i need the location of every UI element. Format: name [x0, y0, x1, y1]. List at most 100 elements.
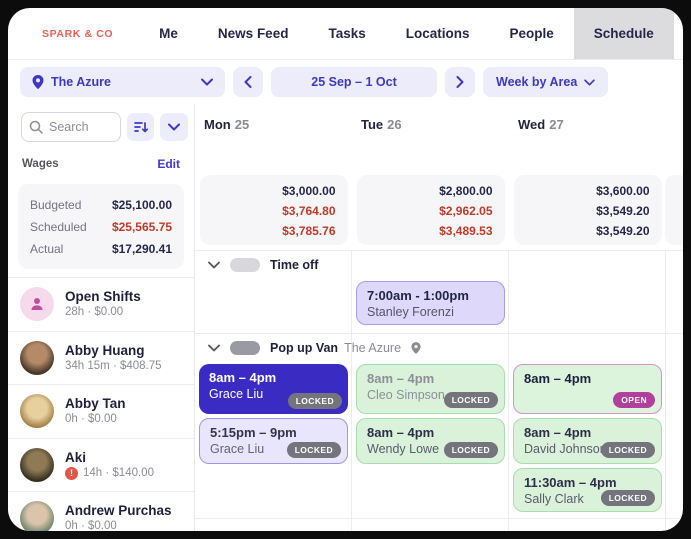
brand-logo: SPARK & CO	[42, 27, 114, 40]
shift-card[interactable]: 8am – 4pm David Johnson LOCKED	[513, 418, 662, 464]
sidebar: Wages Edit Budgeted $25,100.00 Scheduled…	[8, 104, 195, 531]
wage-card-thu-clipped	[665, 175, 683, 245]
roster-row-andrew-purchas[interactable]: Andrew Purchas 0h · $0.00	[8, 491, 194, 531]
locked-badge: LOCKED	[286, 442, 341, 458]
shift-card[interactable]: 8am – 4pm Cleo Simpson LOCKED	[356, 364, 505, 414]
roster-meta: 28h · $0.00	[65, 306, 124, 319]
staff-roster: Open Shifts 28h · $0.00 Abby Huang 34h 1…	[8, 277, 194, 531]
shifts-col-mon: 8am – 4pm Grace Liu LOCKED 5:15pm – 9pm …	[195, 362, 352, 514]
map-pin-icon	[32, 75, 44, 89]
column-divider	[351, 251, 352, 531]
wages-summary-card: Budgeted $25,100.00 Scheduled $25,565.75…	[18, 184, 184, 269]
tab-news-feed[interactable]: News Feed	[198, 8, 309, 59]
open-shift-card[interactable]: 8am – 4pm OPEN	[513, 364, 662, 414]
avatar	[20, 340, 54, 375]
section-popup-van: Pop up Van The Azure 8am – 4pm Grace Liu…	[195, 333, 683, 519]
section-title: Time off	[270, 258, 319, 272]
chevron-down-icon	[201, 78, 213, 86]
roster-row-abby-tan[interactable]: Abby Tan 0h · $0.00	[8, 384, 194, 438]
schedule-grid: Mon 25 Tue 26 Wed 27 $3,000.00 $3,764.80 $3…	[195, 104, 683, 531]
location-selector[interactable]: The Azure	[20, 67, 225, 97]
tab-schedule[interactable]: Schedule	[573, 8, 674, 59]
section-location: The Azure	[344, 341, 402, 355]
chevron-down-icon	[168, 123, 181, 131]
search-box	[21, 112, 121, 142]
roster-name: Abby Tan	[65, 396, 126, 412]
roster-name: Abby Huang	[65, 342, 145, 358]
summary-row-budgeted: Budgeted $25,100.00	[30, 198, 172, 212]
tab-tasks[interactable]: Tasks	[308, 8, 385, 59]
sort-button[interactable]	[126, 113, 155, 141]
alert-icon: !	[65, 466, 78, 480]
day-header-mon: Mon 25	[204, 117, 250, 132]
top-nav: SPARK & CO Me News Feed Tasks Locations …	[8, 8, 683, 60]
search-row	[8, 104, 194, 150]
shifts-col-tue: 8am – 4pm Cleo Simpson LOCKED 8am – 4pm …	[352, 362, 509, 514]
tab-timesheets[interactable]: Timesheets ▾	[674, 8, 683, 59]
roster-name: Andrew Purchas	[65, 503, 172, 519]
locked-badge: LOCKED	[600, 442, 655, 458]
tab-locations[interactable]: Locations	[386, 8, 490, 59]
shift-card[interactable]: 8am – 4pm Grace Liu LOCKED	[199, 364, 348, 414]
avatar	[20, 394, 54, 429]
chevron-down-icon[interactable]	[208, 261, 220, 269]
chevron-right-icon	[456, 76, 464, 88]
section-title: Pop up Van	[270, 341, 339, 355]
tab-people[interactable]: People	[490, 8, 574, 59]
chevron-down-icon[interactable]	[208, 344, 220, 352]
time-off-toggle[interactable]	[230, 258, 260, 272]
day-header-tue: Tue 26	[361, 117, 402, 132]
locked-badge: LOCKED	[600, 490, 655, 506]
prev-week-button[interactable]	[233, 67, 263, 97]
popup-van-body: 8am – 4pm Grace Liu LOCKED 5:15pm – 9pm …	[195, 362, 683, 514]
time-off-col-mon	[195, 279, 352, 333]
wages-edit-link[interactable]: Edit	[157, 157, 180, 171]
chevron-left-icon	[244, 76, 252, 88]
avatar	[20, 501, 54, 531]
search-icon	[29, 120, 43, 134]
section-header-time-off: Time off	[195, 251, 683, 279]
app-window: SPARK & CO Me News Feed Tasks Locations …	[8, 8, 683, 531]
column-divider	[508, 251, 509, 531]
location-label: The Azure	[51, 75, 111, 89]
date-range-display[interactable]: 25 Sep – 1 Oct	[271, 67, 437, 97]
shift-card[interactable]: 8am – 4pm Wendy Lowe LOCKED	[356, 418, 505, 464]
day-header-wed: Wed 27	[518, 117, 564, 132]
roster-meta: 34h 15m · $408.75	[65, 359, 162, 372]
time-off-col-wed	[509, 279, 666, 333]
schedule-toolbar: The Azure 25 Sep – 1 Oct Week by Area	[8, 60, 683, 104]
summary-row-scheduled: Scheduled $25,565.75	[30, 220, 172, 234]
popup-van-toggle[interactable]	[230, 341, 260, 355]
roster-row-aki[interactable]: Aki ! 14h · $140.00	[8, 437, 194, 491]
tab-me[interactable]: Me	[139, 8, 198, 59]
person-icon	[31, 298, 43, 311]
time-off-col-tue: 7:00am - 1:00pm Stanley Forenzi	[352, 279, 509, 333]
wage-card-wed: $3,600.00 $3,549.20 $3,549.20	[513, 175, 662, 245]
shift-card[interactable]: 11:30am – 4pm Sally Clark LOCKED	[513, 468, 662, 512]
avatar	[20, 447, 54, 482]
wages-header: Wages Edit	[8, 150, 194, 178]
shift-card[interactable]: 5:15pm – 9pm Grace Liu LOCKED	[199, 418, 348, 464]
sidebar-options-button[interactable]	[160, 113, 188, 141]
chevron-down-icon	[584, 78, 596, 86]
view-mode-selector[interactable]: Week by Area	[483, 67, 609, 97]
shifts-col-wed: 8am – 4pm OPEN 8am – 4pm David Johnson L…	[509, 362, 666, 514]
time-off-card[interactable]: 7:00am - 1:00pm Stanley Forenzi	[356, 281, 505, 325]
roster-name: Aki	[65, 449, 87, 465]
roster-meta: 0h · $0.00	[65, 520, 117, 531]
sort-icon	[133, 121, 148, 132]
wage-card-tue: $2,800.00 $2,962.05 $3,489.53	[356, 175, 505, 245]
map-pin-icon	[411, 342, 421, 354]
roster-row-abby-huang[interactable]: Abby Huang 34h 15m · $408.75	[8, 330, 194, 384]
roster-meta: ! 14h · $140.00	[65, 466, 154, 481]
wage-card-mon: $3,000.00 $3,764.80 $3,785.76	[199, 175, 348, 245]
daily-wages-row: $3,000.00 $3,764.80 $3,785.76 $2,800.00 …	[195, 175, 683, 245]
locked-badge: LOCKED	[287, 393, 342, 409]
day-header-row: Mon 25 Tue 26 Wed 27	[195, 104, 683, 140]
roster-meta: 0h · $0.00	[65, 413, 117, 426]
roster-name: Open Shifts	[65, 289, 141, 305]
time-off-body: 7:00am - 1:00pm Stanley Forenzi	[195, 279, 683, 333]
next-week-button[interactable]	[445, 67, 475, 97]
roster-row-open-shifts[interactable]: Open Shifts 28h · $0.00	[8, 277, 194, 331]
open-shifts-avatar	[20, 287, 54, 322]
